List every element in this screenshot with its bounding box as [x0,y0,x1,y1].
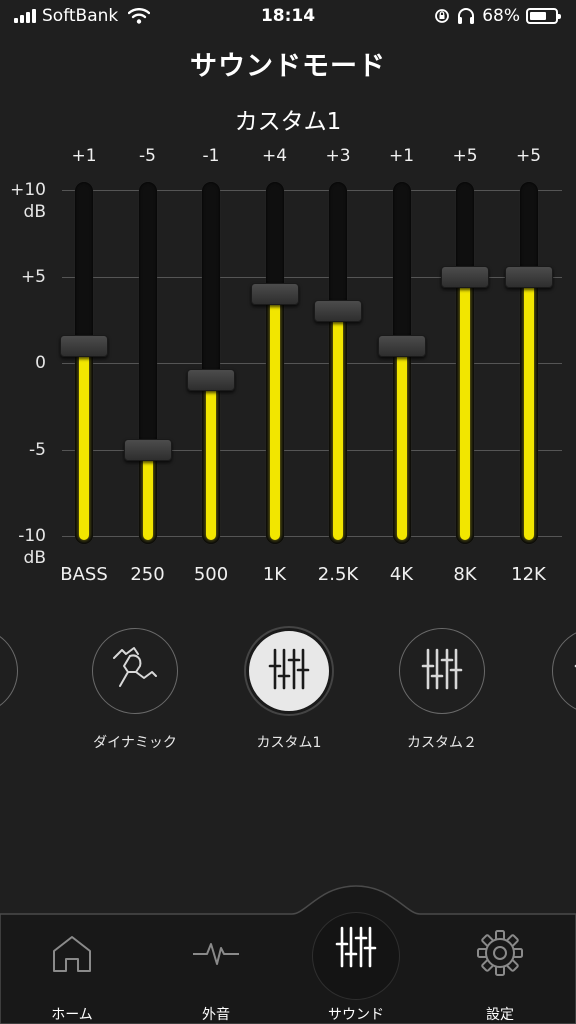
eq-slider-knob[interactable] [123,438,172,461]
sound-mode-3[interactable]: カスタム２ [377,628,507,768]
band-frequency-label: 12K [511,564,546,585]
sound-mode-0[interactable]: ー+ [0,628,40,768]
page-title: サウンドモード [190,51,386,82]
status-bar: SoftBank 18:14 68% [0,0,576,34]
tab-home[interactable]: ホーム [2,920,142,1024]
tab-gear[interactable]: 設定 [430,920,570,1024]
eq-band-250: -5 250 [118,140,178,590]
eq-band-4k: +1 4K [372,140,432,590]
eq-slider-fill [460,276,470,540]
tab-label: 設定 [486,1007,514,1023]
mode-label: カスタム1 [256,735,322,751]
band-gain-value: +5 [515,146,542,166]
mode-button[interactable] [92,628,178,714]
band-gain-value: +3 [325,146,351,166]
band-gain-value: +1 [71,146,97,166]
tab-sliders[interactable]: サウンド [286,920,426,1024]
preset-title: カスタム1 [234,109,342,135]
mode-button[interactable] [399,628,485,714]
mode-button[interactable] [246,628,332,714]
band-gain-value: +4 [261,146,288,166]
tab-waveform[interactable]: 外音 [146,920,286,1024]
tab-bar: ホーム 外音 サウンド 設定 [0,880,576,1024]
eq-band-8k: +5 8K [435,140,495,590]
eq-band-bass: +1 BASS [54,140,114,590]
db-scale-label: +5 [20,266,46,287]
status-right: 68% [434,6,561,26]
band-gain-value: -1 [202,146,220,166]
tab-label: ホーム [51,1007,93,1023]
eq-slider-knob[interactable] [504,265,553,288]
db-scale-label: +10 dB [10,180,46,222]
mode-button[interactable] [0,628,18,714]
battery-percent: 68% [482,6,520,26]
mode-label: ー+ [0,732,40,752]
orientation-lock-icon [435,9,450,23]
battery-icon [526,8,561,24]
eq-slider-fill [206,380,216,540]
sound-mode-2[interactable]: カスタム1 [224,628,354,768]
gear-icon [475,928,525,978]
waveform-icon [191,928,241,978]
home-icon [47,928,97,978]
sliders-icon [333,924,379,974]
sliders-icon [266,646,312,696]
eq-slider-knob[interactable] [60,334,108,357]
eq-slider-knob[interactable] [250,282,299,305]
eq-band-500: -1 500 [181,140,241,590]
eq-slider-knob[interactable] [377,334,426,357]
sound-mode-4[interactable]: カ [530,628,576,768]
tab-label: サウンド [328,1007,384,1023]
eq-band-1k: +4 1K [245,140,305,590]
eq-slider-knob[interactable] [187,369,235,392]
eq-slider-fill [396,345,407,540]
mode-button[interactable] [552,628,576,714]
headphones-icon [458,8,475,24]
battery-fill [530,12,547,20]
dynamic-dancer-icon [108,642,162,700]
eq-slider-fill [269,293,280,540]
eq-slider-fill [523,276,534,540]
equalizer: +10 dB +5 0 -5 -10 dB +1 BASS -5 250 -1 500 +4 1K +3 2.5… [0,140,576,590]
band-gain-value: -5 [139,146,156,166]
mode-label: ダイナミック [93,735,177,751]
eq-band-12k: +5 12K [499,140,559,590]
eq-slider-knob[interactable] [314,300,362,323]
mode-label: カスタム２ [407,735,477,751]
db-scale-label: -5 [29,439,46,460]
sliders-icon [419,646,465,696]
tab-label: 外音 [202,1007,230,1023]
eq-slider-knob[interactable] [441,265,489,288]
eq-slider-fill [79,345,89,540]
band-gain-value: +1 [388,146,415,166]
db-scale-label: -10 dB [18,526,46,568]
db-scale-label: 0 [35,353,46,373]
mode-label: カ [530,732,576,752]
sound-mode-1[interactable]: ダイナミック [70,628,200,768]
eq-band-2.5k: +3 2.5K [308,140,368,590]
eq-slider-fill [142,449,153,540]
eq-slider-fill [333,311,343,540]
band-gain-value: +5 [452,146,478,166]
sliders-icon [572,646,576,696]
sound-mode-carousel[interactable]: ー+ ダイナミック カスタム1 カスタム２ カ [0,620,576,770]
